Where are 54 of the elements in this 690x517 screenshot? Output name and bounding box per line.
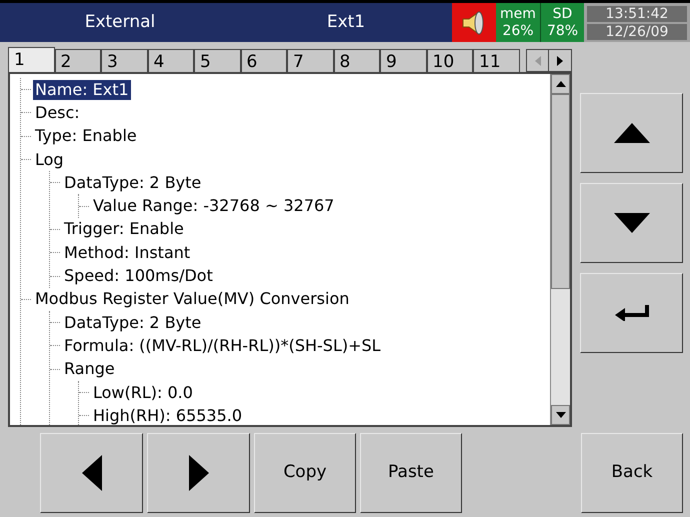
scrollbar-thumb[interactable]: [551, 94, 570, 289]
tab[interactable]: 4: [148, 49, 194, 72]
sd-value: 78%: [546, 22, 578, 40]
tree-item[interactable]: High(RH): 65535.0: [91, 406, 244, 425]
section-title: External: [84, 10, 156, 34]
triangle-right-icon: [557, 56, 563, 66]
tab[interactable]: 8: [334, 49, 380, 72]
up-button[interactable]: [580, 93, 683, 173]
triangle-down-icon: [556, 412, 566, 418]
tree-item[interactable]: Name: Ext1: [33, 80, 131, 100]
triangle-up-icon: [614, 123, 650, 143]
tree-item[interactable]: Value Range: -32768 ~ 32767: [91, 196, 336, 216]
tree-item[interactable]: Type: Enable: [33, 126, 139, 146]
tab[interactable]: 3: [101, 49, 148, 72]
sd-label: SD: [552, 6, 572, 22]
triangle-left-icon: [82, 455, 102, 491]
tree-item[interactable]: Desc:: [33, 102, 82, 123]
tab[interactable]: 9: [380, 49, 426, 72]
tree-item[interactable]: DataType: 2 Byte: [62, 172, 204, 193]
tab[interactable]: 2: [54, 49, 101, 72]
memory-value: 26%: [502, 22, 534, 40]
action-button[interactable]: Paste: [360, 433, 462, 513]
tab[interactable]: 10: [426, 49, 473, 72]
window-title: Ext1: [326, 10, 366, 34]
tree-item[interactable]: Range: [62, 359, 117, 380]
tree-item[interactable]: Trigger: Enable: [62, 219, 186, 240]
clock-time: 13:51:42: [587, 6, 687, 22]
tab[interactable]: 5: [194, 49, 240, 72]
alarm-speaker[interactable]: [452, 3, 496, 42]
tree-item[interactable]: DataType: 2 Byte: [62, 312, 204, 333]
action-button[interactable]: Back: [581, 433, 683, 513]
previous-button[interactable]: [40, 433, 143, 513]
tree-item[interactable]: Formula: ((MV-RL)/(RH-RL))*(SH-SL)+SL: [62, 336, 383, 356]
triangle-up-icon: [556, 81, 566, 87]
triangle-left-icon: [534, 56, 540, 66]
enter-arrow-icon: [614, 305, 648, 321]
tab[interactable]: 7: [287, 49, 334, 72]
next-button[interactable]: [147, 433, 250, 513]
triangle-down-icon: [614, 213, 650, 233]
vertical-scrollbar[interactable]: [550, 74, 570, 425]
tree-item[interactable]: Speed: 100ms/Dot: [62, 266, 215, 286]
tab[interactable]: 1: [8, 47, 54, 72]
clock-date: 12/26/09: [587, 24, 687, 40]
tree-item[interactable]: Low(RL): 0.0: [91, 382, 195, 402]
tree-item[interactable]: Log: [33, 150, 66, 170]
tree-item[interactable]: Modbus Register Value(MV) Conversion: [33, 289, 352, 310]
down-button[interactable]: [580, 183, 683, 263]
action-button[interactable]: Copy: [254, 433, 356, 513]
triangle-right-icon: [188, 455, 208, 491]
tab[interactable]: 6: [240, 49, 287, 72]
tab[interactable]: 11: [473, 49, 520, 72]
memory-label: mem: [500, 6, 536, 22]
tree-item[interactable]: Method: Instant: [62, 242, 192, 263]
enter-button[interactable]: [580, 273, 683, 353]
